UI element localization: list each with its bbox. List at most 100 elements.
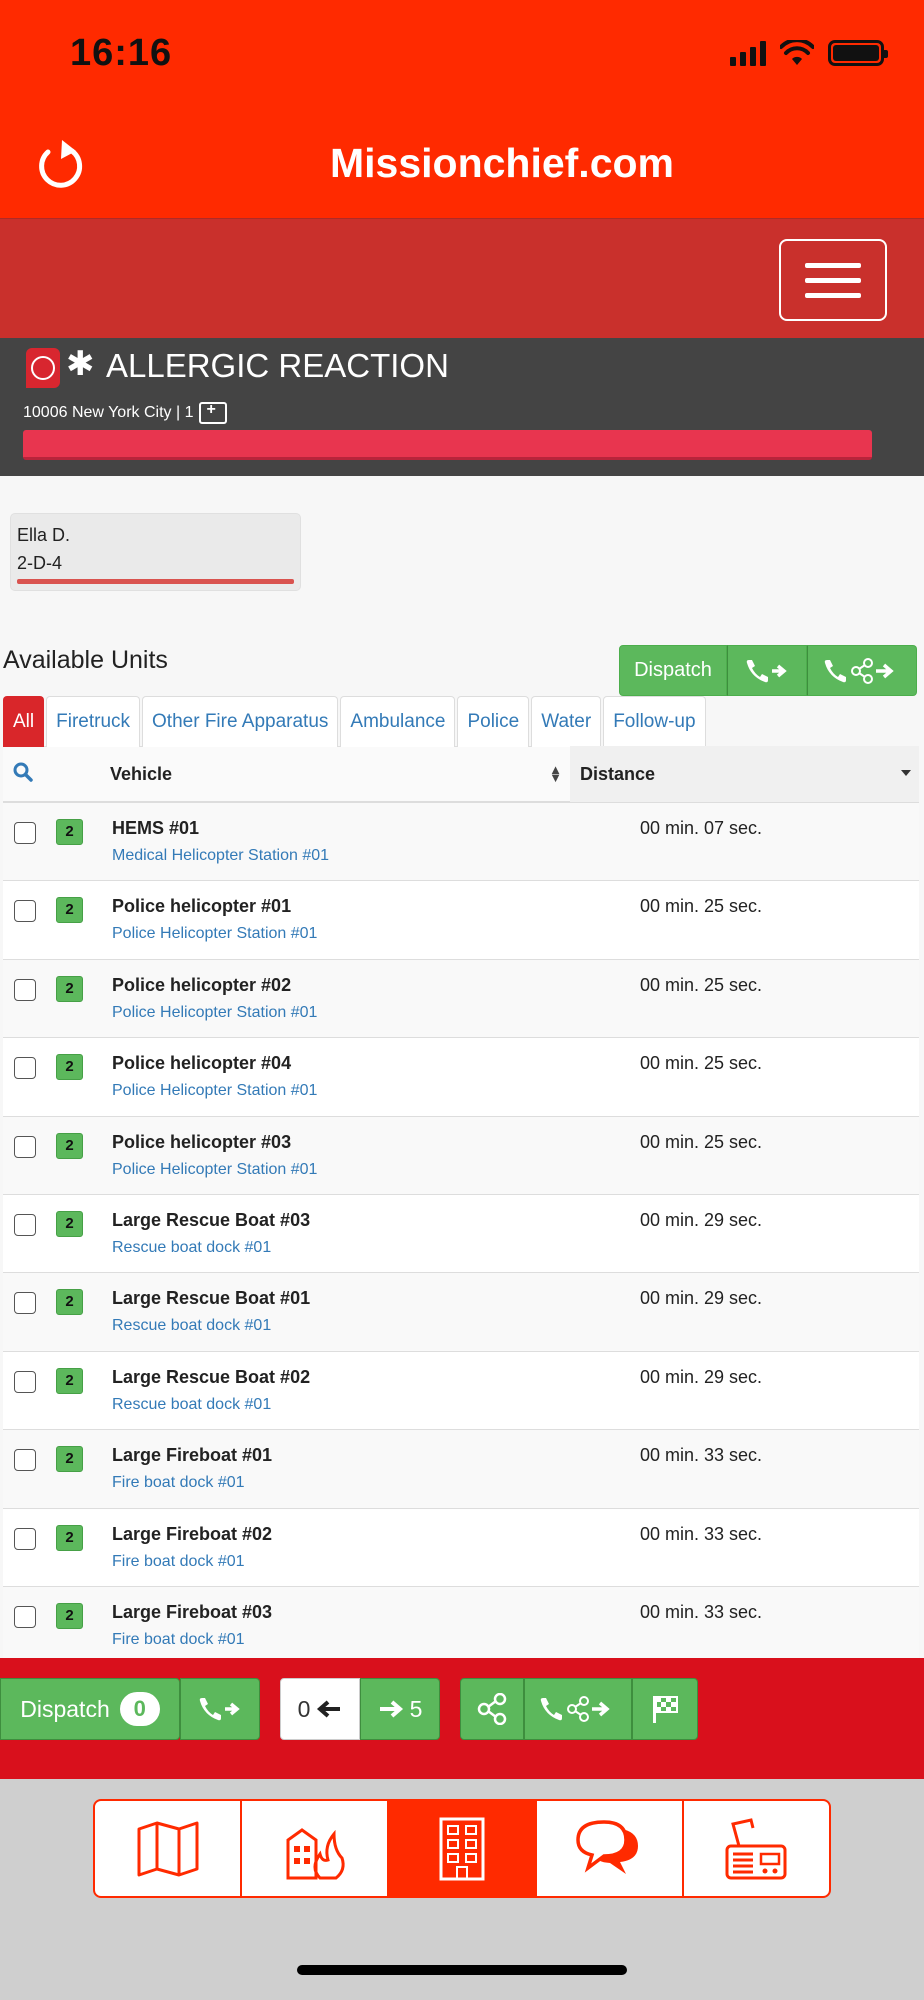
table-row[interactable]: 2 Police helicopter #03 Police Helicopter … — [3, 1116, 919, 1195]
tab-follow-up[interactable]: Follow-up — [603, 696, 706, 747]
vehicle-station-link[interactable]: Medical Helicopter Station #01 — [112, 847, 329, 865]
vehicle-checkbox[interactable] — [14, 900, 36, 923]
tabbar-buildings[interactable] — [389, 1801, 537, 1896]
vehicle-name[interactable]: Large Rescue Boat #02 — [112, 1367, 310, 1388]
vehicle-name[interactable]: Large Fireboat #02 — [112, 1524, 272, 1545]
vehicle-checkbox[interactable] — [14, 1605, 36, 1628]
tab-other-fire-apparatus[interactable]: Other Fire Apparatus — [142, 696, 339, 747]
table-row[interactable]: 2 Large Rescue Boat #01 Rescue boat dock #… — [3, 1273, 919, 1352]
dispatch-bottom-label: Dispatch — [20, 1695, 110, 1722]
vehicle-checkbox[interactable] — [14, 822, 36, 844]
vehicle-checkbox[interactable] — [14, 1527, 36, 1550]
mission-address-text: 10006 New York City | 1 — [23, 404, 194, 421]
vehicle-station-link[interactable]: Police Helicopter Station #01 — [112, 1082, 317, 1100]
vehicle-distance: 00 min. 29 sec. — [640, 1366, 763, 1387]
alarm-share-next-button[interactable] — [807, 645, 917, 696]
search-icon[interactable] — [13, 762, 33, 782]
status-badge: 2 — [56, 1289, 83, 1316]
tab-police[interactable]: Police — [457, 696, 530, 747]
table-row[interactable]: 2 HEMS #01 Medical Helicopter Station #01 0… — [3, 803, 919, 882]
vehicle-station-link[interactable]: Fire boat dock #01 — [112, 1474, 245, 1492]
tabbar-buildings-fire[interactable] — [242, 1801, 390, 1896]
vehicle-name[interactable]: Large Fireboat #01 — [112, 1445, 272, 1466]
patient-card[interactable]: Ella D. 2-D-4 — [10, 513, 301, 591]
tab-water[interactable]: Water — [531, 696, 602, 747]
vehicle-name[interactable]: Police helicopter #04 — [112, 1053, 291, 1074]
wifi-icon — [780, 40, 814, 65]
status-badge: 2 — [56, 975, 83, 1002]
vehicle-checkbox[interactable] — [14, 978, 36, 1001]
vehicle-checkbox[interactable] — [14, 1135, 36, 1158]
vehicle-name[interactable]: Large Fireboat #03 — [112, 1602, 272, 1623]
patient-status-bar — [17, 579, 294, 584]
table-row[interactable]: 2 Large Fireboat #01 Fire boat dock #01 00 … — [3, 1430, 919, 1509]
table-row[interactable]: 2 Police helicopter #02 Police Helicopter … — [3, 959, 919, 1039]
alarm-share-next-bottom-button[interactable] — [524, 1678, 632, 1740]
table-row[interactable]: 2 Police helicopter #01 Police Helicopter … — [3, 881, 919, 960]
asterisk-icon: ✱ — [66, 345, 95, 383]
table-row[interactable]: 2 Large Rescue Boat #03 Rescue boat dock #… — [3, 1194, 919, 1274]
vehicle-name[interactable]: Large Rescue Boat #01 — [112, 1288, 310, 1309]
vehicle-checkbox[interactable] — [14, 1213, 36, 1236]
share-mission-button[interactable] — [460, 1678, 524, 1740]
status-badge: 2 — [56, 819, 83, 845]
table-search-cell — [3, 762, 53, 787]
tab-firetruck[interactable]: Firetruck — [46, 696, 141, 747]
status-badge: 2 — [56, 897, 83, 924]
table-row[interactable]: 2 Large Rescue Boat #02 Rescue boat dock #… — [3, 1351, 919, 1431]
vehicle-table: Vehicle ▲ ▼ Distance 2 HEMS #01 Medical Hel… — [3, 746, 919, 1666]
vehicle-name[interactable]: Police helicopter #02 — [112, 975, 291, 996]
vehicle-name[interactable]: Large Rescue Boat #03 — [112, 1210, 310, 1231]
vehicle-column-label: Vehicle — [110, 763, 173, 784]
vehicle-checkbox[interactable] — [14, 1292, 36, 1315]
vehicle-station-link[interactable]: Rescue boat dock #01 — [112, 1317, 271, 1335]
vehicle-station-link[interactable]: Fire boat dock #01 — [112, 1631, 245, 1649]
home-indicator — [297, 1965, 627, 1975]
next-mission-button[interactable]: 5 — [360, 1678, 440, 1740]
mission-header: ✱ ALLERGIC REACTION 10006 New York City … — [0, 338, 924, 476]
vehicle-checkbox[interactable] — [14, 1449, 36, 1472]
tabbar-radio[interactable] — [684, 1801, 829, 1896]
tabbar-map[interactable] — [95, 1801, 243, 1896]
tab-ambulance[interactable]: Ambulance — [340, 696, 456, 747]
tabbar-chat[interactable] — [537, 1801, 684, 1896]
fire-building-icon — [286, 1827, 345, 1879]
tab-all[interactable]: All — [3, 696, 45, 747]
prev-count: 0 — [297, 1695, 311, 1722]
table-row[interactable]: 2 Large Fireboat #03 Fire boat dock #01 00 … — [3, 1586, 919, 1666]
vehicle-station-link[interactable]: Rescue boat dock #01 — [112, 1396, 271, 1414]
dispatch-button[interactable]: Dispatch — [619, 645, 727, 696]
vehicle-column-header[interactable]: Vehicle ▲ ▼ — [53, 763, 570, 785]
finish-mission-button[interactable] — [632, 1678, 698, 1740]
battery-icon — [828, 40, 888, 66]
main-content: Ella D. 2-D-4 Available Units Dispatch A… — [0, 476, 924, 1666]
vehicle-name[interactable]: Police helicopter #01 — [112, 896, 291, 917]
vehicle-station-link[interactable]: Fire boat dock #01 — [112, 1553, 245, 1571]
alarm-next-bottom-button[interactable] — [180, 1678, 260, 1740]
alarm-next-button[interactable] — [727, 645, 807, 696]
vehicle-distance: 00 min. 29 sec. — [640, 1288, 763, 1309]
vehicle-name[interactable]: Police helicopter #03 — [112, 1132, 291, 1153]
vehicle-station-link[interactable]: Police Helicopter Station #01 — [112, 925, 317, 943]
vehicle-station-link[interactable]: Police Helicopter Station #01 — [112, 1161, 317, 1179]
phone-arrow-icon — [746, 659, 787, 682]
distance-column-header[interactable]: Distance — [570, 746, 919, 802]
status-bar: 16:16 — [0, 0, 924, 110]
dispatch-bottom-button[interactable]: Dispatch 0 — [0, 1678, 180, 1740]
vehicle-checkbox[interactable] — [14, 1057, 36, 1080]
table-row[interactable]: 2 Police helicopter #04 Police Helicopter … — [3, 1038, 919, 1117]
mission-title: ALLERGIC REACTION — [106, 347, 449, 384]
menu-toggle-button[interactable] — [779, 239, 887, 321]
vehicle-distance: 00 min. 29 sec. — [640, 1209, 763, 1230]
vehicle-station-link[interactable]: Police Helicopter Station #01 — [112, 1004, 317, 1022]
vehicle-name[interactable]: HEMS #01 — [112, 818, 199, 839]
vehicle-checkbox[interactable] — [14, 1370, 36, 1393]
table-row[interactable]: 2 Large Fireboat #02 Fire boat dock #01 00 … — [3, 1508, 919, 1587]
phone-share-arrow-icon — [824, 657, 894, 684]
mission-address: 10006 New York City | 1 — [23, 401, 228, 424]
radio-icon — [725, 1817, 787, 1879]
next-count: 5 — [409, 1695, 423, 1722]
vehicle-station-link[interactable]: Rescue boat dock #01 — [112, 1239, 271, 1257]
prev-mission-button[interactable]: 0 — [280, 1678, 360, 1740]
dispatch-button-group: Dispatch — [619, 645, 917, 696]
